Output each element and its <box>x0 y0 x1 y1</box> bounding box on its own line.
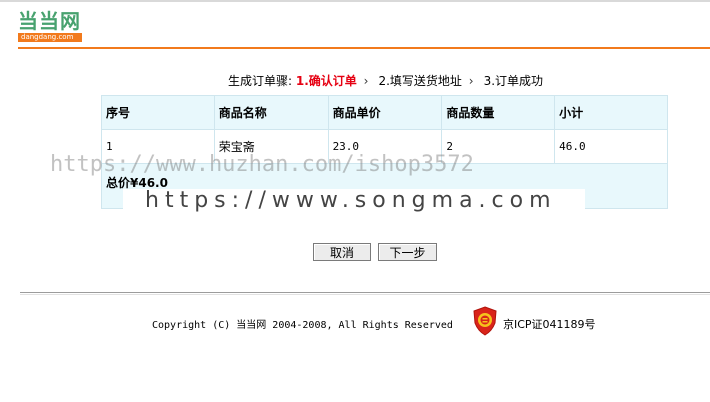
logo-subtitle: dangdang.com <box>18 33 82 42</box>
chevron-right-icon: › <box>468 74 474 88</box>
col-header-product-name: 商品名称 <box>213 95 329 130</box>
watermark-huzhan: https://www.huzhan.com/ishop3572 <box>50 152 474 177</box>
step-fill-address: 2.填写送货地址 <box>378 74 462 88</box>
top-border <box>0 0 710 2</box>
icp-license-link[interactable]: 京ICP证041189号 <box>503 316 596 332</box>
header-divider <box>18 47 710 49</box>
watermark-songma: https://www.songma.com <box>145 188 557 213</box>
footer-divider <box>20 292 710 293</box>
step-confirm-order: 1.确认订单 <box>295 74 357 88</box>
steps-prefix: 生成订单骤: <box>228 74 293 88</box>
step-order-success: 3.订单成功 <box>483 74 544 88</box>
cell-subtotal: 46.0 <box>554 129 668 164</box>
col-header-subtotal: 小计 <box>554 95 668 130</box>
footer-divider-shadow <box>20 294 710 295</box>
next-step-button[interactable]: 下一步 <box>378 243 437 261</box>
cancel-button[interactable]: 取消 <box>313 243 371 261</box>
logo-text: 当当网 <box>18 9 81 33</box>
order-steps: 生成订单骤: 1.确认订单 › 2.填写送货地址 › 3.订单成功 <box>228 72 543 89</box>
chevron-right-icon: › <box>363 74 369 88</box>
dangdang-logo[interactable]: 当当网 dangdang.com <box>18 10 84 44</box>
col-header-quantity: 商品数量 <box>441 95 556 130</box>
col-header-unit-price: 商品单价 <box>327 95 443 130</box>
copyright-text: Copyright (C) 当当网 2004-2008, All Rights … <box>152 320 453 331</box>
table-header-row: 序号 商品名称 商品单价 商品数量 小计 <box>101 95 668 130</box>
police-badge-icon[interactable] <box>472 306 498 336</box>
col-header-index: 序号 <box>101 95 215 130</box>
